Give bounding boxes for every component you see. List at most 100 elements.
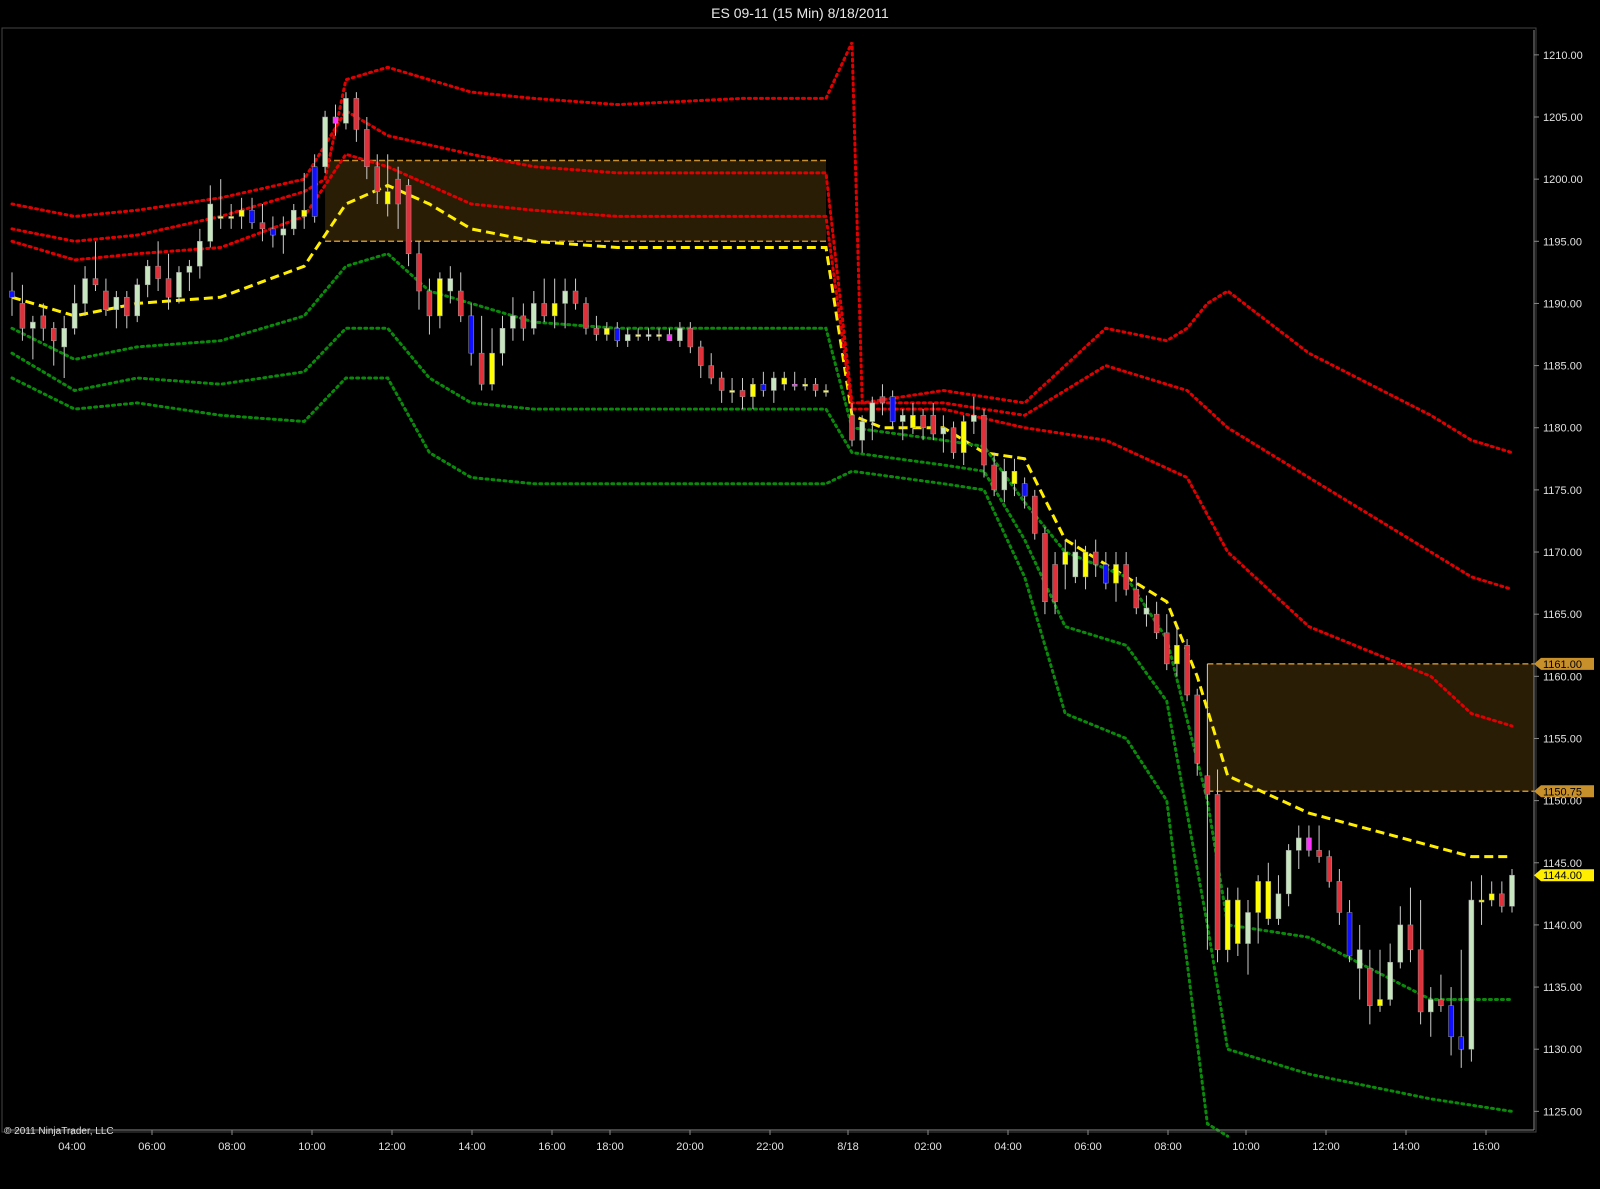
candle-body (1296, 837, 1302, 851)
candle-body (879, 396, 886, 404)
candle-body (889, 396, 896, 422)
candle-body (531, 303, 537, 329)
candle-body (1062, 551, 1068, 565)
candle-body (1082, 551, 1089, 578)
y-axis: 1125.00 1130.00 1135.00 1140.00 1145.00 1150.… (1533, 30, 1583, 1130)
candle-body (343, 98, 349, 124)
candle-body (468, 315, 474, 354)
price-marker-label: 1144.00 (1543, 870, 1582, 882)
candle-body (760, 383, 767, 391)
y-tick-label: 1185.00 (1543, 361, 1582, 373)
candle-body (1133, 589, 1140, 609)
candle-body (930, 415, 936, 435)
candle-body (176, 272, 182, 298)
candle-body (1245, 912, 1251, 944)
candle-body (259, 222, 266, 230)
candle-body (1458, 1036, 1464, 1050)
candle-body (311, 166, 318, 217)
x-tick-label: 12:00 (378, 1141, 406, 1153)
price-markers: 1161.00 1150.75 1144.00 (1534, 657, 1594, 882)
y-tick-label: 1200.00 (1543, 174, 1583, 186)
chart-area[interactable]: 1125.00 1130.00 1135.00 1140.00 1145.00 1150.… (0, 26, 1600, 1184)
candle-body (739, 390, 746, 397)
x-tick-label: 04:00 (58, 1141, 86, 1153)
x-tick-label: 20:00 (676, 1141, 704, 1153)
candle-body (1021, 483, 1028, 497)
x-tick-label: 16:00 (538, 1141, 566, 1153)
candle-body (960, 421, 967, 453)
candle-body (687, 328, 694, 348)
candle-body (562, 290, 568, 304)
candle-body (1164, 632, 1170, 665)
candle-body (61, 328, 67, 348)
y-tick-label: 1160.00 (1543, 671, 1582, 683)
candle-body (197, 241, 203, 267)
y-tick-label: 1165.00 (1543, 609, 1582, 621)
y-tick-label: 1125.00 (1543, 1106, 1582, 1118)
candle-body (1001, 470, 1008, 491)
candle-body (1032, 495, 1038, 534)
candle-body (593, 328, 600, 335)
x-tick-label: 22:00 (756, 1141, 784, 1153)
y-tick-label: 1135.00 (1543, 982, 1582, 994)
candle-body (812, 383, 819, 391)
candle-body (19, 303, 26, 329)
candle-body (50, 328, 57, 341)
candle-body (1397, 924, 1404, 963)
x-tick-label: 14:00 (1392, 1141, 1420, 1153)
candle-body (849, 415, 855, 441)
candle-body (1011, 470, 1018, 484)
y-tick-label: 1170.00 (1543, 547, 1582, 559)
candle-body (981, 415, 987, 466)
candle-body (207, 203, 214, 242)
y-tick-label: 1140.00 (1543, 920, 1582, 932)
y-tick-label: 1130.00 (1543, 1044, 1582, 1056)
candle-body (384, 191, 391, 205)
candle-body (1265, 881, 1272, 919)
candle-body (82, 278, 88, 304)
x-tick-label: 08:00 (1154, 1141, 1182, 1153)
candle-body (1184, 645, 1190, 696)
candle-body (238, 209, 245, 217)
candle-body (791, 383, 798, 387)
candle-body (1306, 837, 1312, 851)
y-tick-label: 1205.00 (1543, 112, 1583, 124)
candle-body (635, 334, 641, 337)
candle-body (71, 303, 78, 329)
candle-body (1428, 999, 1434, 1013)
y-tick-label: 1175.00 (1543, 485, 1582, 497)
candle-body (1316, 850, 1322, 857)
x-tick-label: 06:00 (138, 1141, 166, 1153)
candle-body (1153, 613, 1160, 634)
candle-body (489, 352, 495, 385)
candle-body (1052, 564, 1058, 603)
candle-body (457, 290, 464, 317)
candle-body (353, 98, 360, 130)
candle-body (1194, 694, 1200, 764)
candle-body (920, 415, 926, 428)
candle-body (134, 284, 140, 317)
candle-body (666, 334, 673, 341)
candle-body (280, 228, 287, 236)
y-tick-label: 1195.00 (1543, 236, 1582, 248)
candle-body (1214, 794, 1221, 951)
candle-body (802, 383, 808, 387)
candle-body (1103, 564, 1109, 584)
candle-body (1356, 949, 1363, 969)
candle-body (395, 178, 401, 205)
candle-body (364, 129, 370, 167)
candle-body (729, 390, 735, 393)
candle-body (991, 464, 997, 491)
candle-body (92, 278, 99, 286)
candle-body (186, 265, 193, 273)
upper-band-line (10, 41, 1514, 455)
candle-body (950, 427, 957, 453)
price-chart[interactable]: 1125.00 1130.00 1135.00 1140.00 1145.00 1150.… (0, 26, 1600, 1184)
candle-body (1407, 924, 1414, 951)
candle-body (1042, 533, 1048, 603)
candle-body (698, 346, 704, 366)
price-marker-label: 1161.00 (1543, 659, 1582, 671)
candle-body (1092, 551, 1099, 565)
candle-body (781, 377, 788, 385)
candle-body (604, 328, 610, 335)
